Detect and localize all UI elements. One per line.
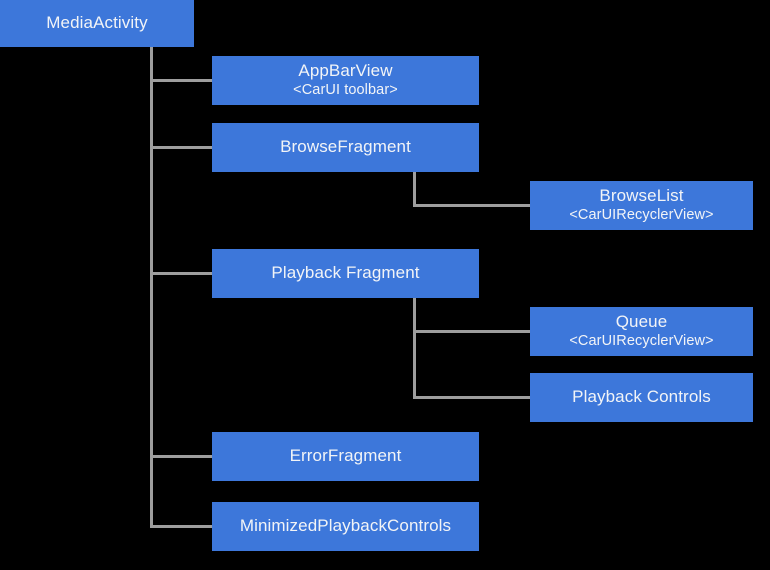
- architecture-diagram: MediaActivity AppBarView <CarUI toolbar>…: [0, 0, 770, 570]
- node-media-activity[interactable]: MediaActivity: [0, 0, 194, 47]
- node-title: Playback Controls: [572, 387, 711, 407]
- node-playback-fragment[interactable]: Playback Fragment: [212, 249, 479, 298]
- node-browse-list[interactable]: BrowseList <CarUIRecyclerView>: [530, 181, 753, 230]
- node-subtitle: <CarUIRecyclerView>: [569, 207, 714, 224]
- node-playback-controls[interactable]: Playback Controls: [530, 373, 753, 422]
- node-title: MediaActivity: [46, 13, 148, 33]
- node-subtitle: <CarUIRecyclerView>: [569, 333, 714, 350]
- node-title: AppBarView: [298, 61, 393, 81]
- node-title: BrowseFragment: [280, 137, 411, 157]
- node-error-fragment[interactable]: ErrorFragment: [212, 432, 479, 481]
- node-app-bar-view[interactable]: AppBarView <CarUI toolbar>: [212, 56, 479, 105]
- node-title: MinimizedPlaybackControls: [239, 516, 452, 536]
- node-title: ErrorFragment: [289, 446, 402, 466]
- node-browse-fragment[interactable]: BrowseFragment: [212, 123, 479, 172]
- node-title: Playback Fragment: [271, 263, 420, 283]
- node-title: Queue: [615, 312, 668, 332]
- node-minimized-playback-controls[interactable]: MinimizedPlaybackControls: [212, 502, 479, 551]
- node-title: BrowseList: [599, 186, 684, 206]
- node-queue[interactable]: Queue <CarUIRecyclerView>: [530, 307, 753, 356]
- node-subtitle: <CarUI toolbar>: [293, 82, 398, 99]
